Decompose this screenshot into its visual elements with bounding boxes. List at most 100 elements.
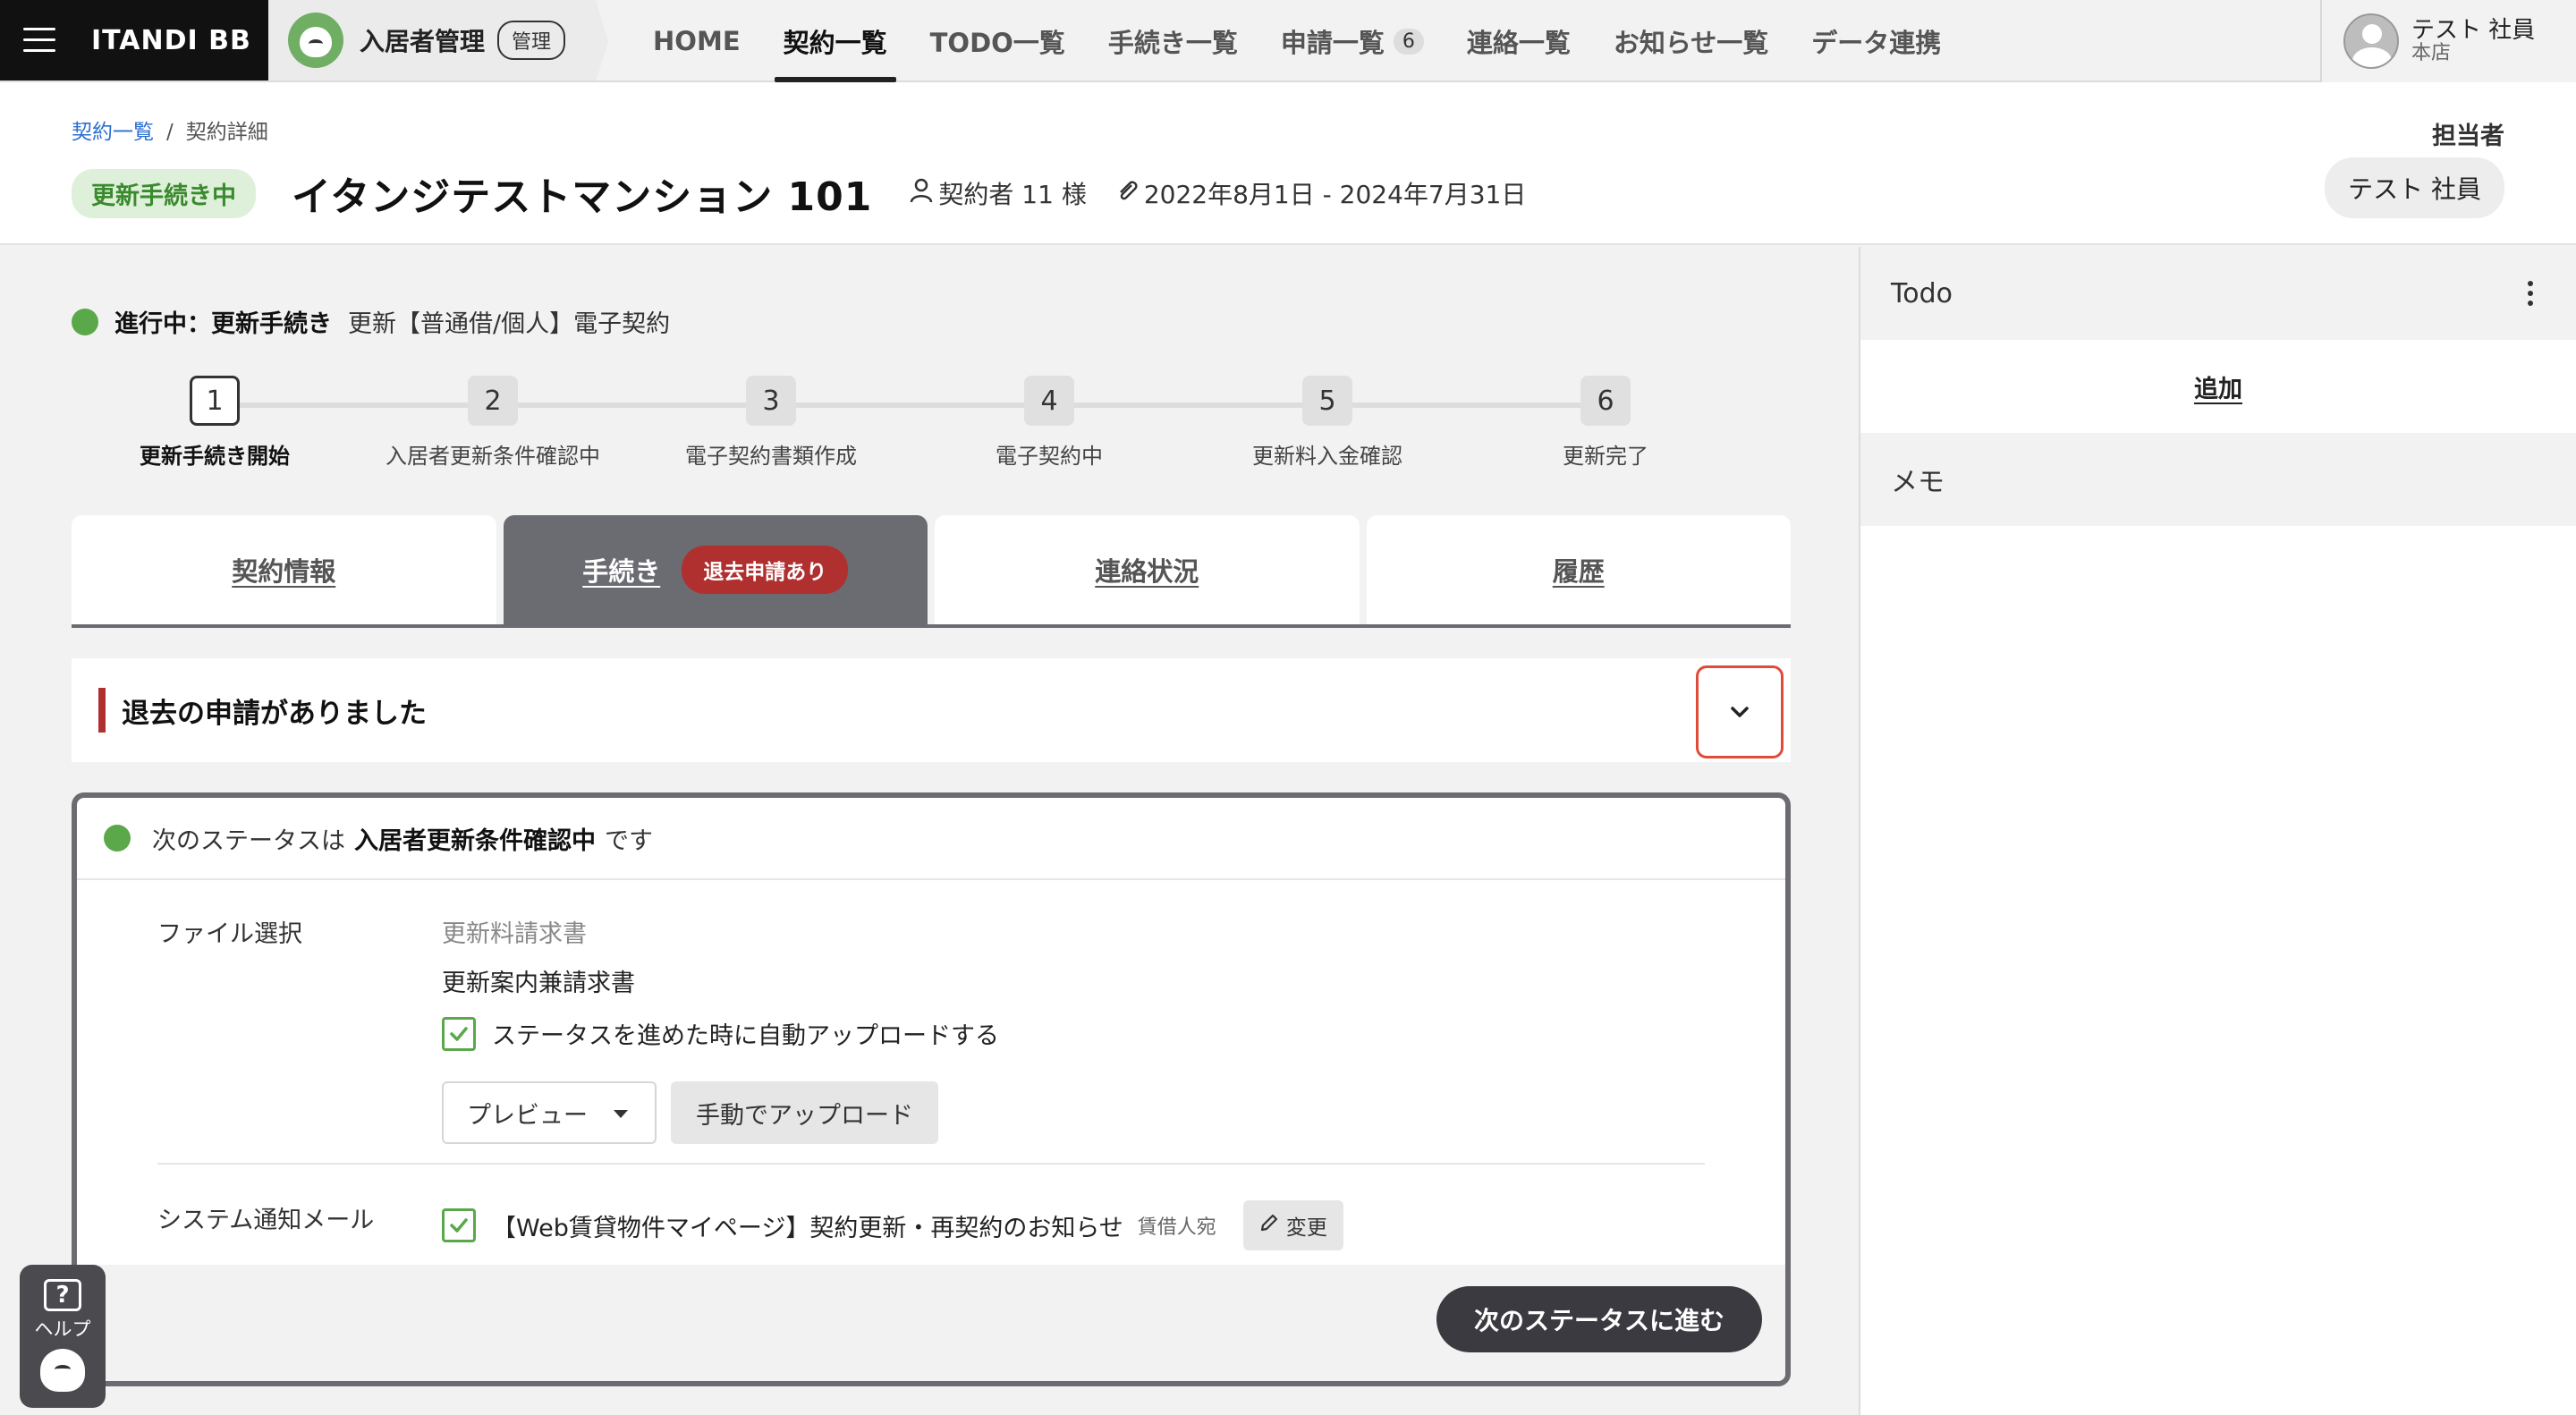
person-icon [910,178,933,209]
chevron-down-icon [1731,707,1749,717]
auto-upload-checkbox[interactable] [442,1016,476,1051]
step-2: 2 入居者更新条件確認中 [378,376,607,470]
more-options-icon[interactable] [2528,281,2533,310]
contractors-info: 契約者 11 様 [910,175,1087,211]
row-divider [157,1163,1705,1165]
step-6: 6 更新完了 [1491,376,1720,470]
hamburger-menu-icon[interactable] [23,28,55,53]
step-label: 電子契約中 [996,444,1103,469]
step-number: 5 [1302,376,1352,426]
manual-upload-button[interactable]: 手動でアップロード [671,1081,938,1144]
step-number: 1 [190,376,240,426]
step-3: 3 電子契約書類作成 [657,376,886,470]
contract-period: 2022年8月1日 - 2024年7月31日 [1115,175,1527,211]
contract-period-text: 2022年8月1日 - 2024年7月31日 [1143,180,1527,209]
product-name: 入居者管理 [360,27,486,56]
step-4: 4 電子契約中 [935,376,1164,470]
tab-history[interactable]: 履歴 [1366,515,1791,624]
nav-applications[interactable]: 申請一覧 6 [1259,0,1445,82]
tab-contact-status[interactable]: 連絡状況 [935,515,1360,624]
step-label: 更新料入金確認 [1252,444,1402,469]
card-footer: 次のステータスに進む [77,1265,1785,1381]
mascot-icon [40,1349,85,1392]
status-stepper: 1 更新手続き開始 2 入居者更新条件確認中 3 電子契約書類作成 4 電子契約… [100,376,1723,474]
nav-notices[interactable]: お知らせ一覧 [1592,0,1790,82]
file-option[interactable]: 更新料請求書 [442,914,999,949]
mail-subject: 【Web賃貸物件マイページ】契約更新・再契約のお知らせ [492,1214,1123,1242]
auto-upload-option[interactable]: ステータスを進めた時に自動アップロードする [442,1016,999,1051]
help-label: ヘルプ [34,1318,91,1340]
step-number: 3 [746,376,796,426]
step-number: 6 [1580,376,1631,426]
title-row: 更新手続き中 イタンジテストマンション 101 契約者 11 様 2022年8月… [72,165,1526,222]
next-status-suffix: です [605,826,653,855]
next-status-button[interactable]: 次のステータスに進む [1436,1286,1762,1352]
file-option-selected[interactable]: 更新案内兼請求書 [442,963,999,998]
progress-dot-icon [72,308,98,335]
check-icon [450,1026,468,1041]
preview-dropdown[interactable]: プレビュー [442,1081,657,1144]
breadcrumb-link-contracts[interactable]: 契約一覧 [72,121,154,144]
move-out-request-badge: 退去申請あり [682,546,849,594]
step-label: 電子契約書類作成 [685,444,857,469]
nav-applications-label: 申請一覧 [1280,28,1385,58]
right-panel: Todo 追加 メモ [1859,247,2576,1415]
system-mail-option: 【Web賃貸物件マイページ】契約更新・再契約のお知らせ 賃借人宛 変更 [442,1200,1343,1250]
next-status-header: 次のステータスは 入居者更新条件確認中 です [77,798,1785,880]
expand-notice-button[interactable] [1696,665,1784,758]
tab-procedures[interactable]: 手続き 退去申請あり [503,515,928,624]
notice-text: 退去の申請がありました [122,697,427,730]
help-question-icon: ? [44,1279,81,1311]
progress-header: 進行中：更新手続き 更新【普通借/個人】電子契約 [72,304,670,339]
breadcrumb-separator: / [166,121,174,144]
nav-todo[interactable]: TODO一覧 [909,0,1087,82]
step-label: 更新手続き開始 [140,444,290,469]
tab-contract-info[interactable]: 契約情報 [72,515,496,624]
caret-down-icon [614,1110,628,1118]
brand-name[interactable]: ITANDI BB [91,25,251,56]
nav-procedures[interactable]: 手続き一覧 [1087,0,1259,82]
change-label: 変更 [1285,1216,1327,1240]
todo-header: Todo [1860,247,2576,340]
file-select-label: ファイル選択 [157,920,302,948]
progress-title: 進行中：更新手続き [114,310,332,338]
nav-contacts[interactable]: 連絡一覧 [1445,0,1592,82]
nav-contracts[interactable]: 契約一覧 [762,0,909,82]
tab-label: 履歴 [1552,556,1605,587]
status-dot-icon [104,825,131,852]
main-content: 進行中：更新手続き 更新【普通借/個人】電子契約 1 更新手続き開始 2 入居者… [0,247,1859,1415]
user-menu[interactable]: テスト 社員 本店 [2320,0,2576,82]
admin-badge: 管理 [497,21,566,60]
breadcrumb: 契約一覧 / 契約詳細 [72,114,268,145]
change-mail-button[interactable]: 変更 [1242,1200,1343,1250]
progress-subtitle: 更新【普通借/個人】電子契約 [348,310,671,338]
step-5: 5 更新料入金確認 [1213,376,1442,470]
mail-recipient: 賃借人宛 [1137,1216,1216,1239]
todo-add: 追加 [1860,340,2576,433]
system-mail-checkbox[interactable] [442,1208,476,1242]
step-number: 2 [468,376,518,426]
tab-label: 契約情報 [232,556,336,587]
status-badge: 更新手続き中 [72,168,256,218]
nav-data-integration[interactable]: データ連携 [1790,0,1962,82]
product-switcher[interactable]: 入居者管理 管理 [268,0,609,82]
step-number: 4 [1024,376,1074,426]
todo-title: Todo [1891,277,1953,309]
detail-tabs: 契約情報 手続き 退去申請あり 連絡状況 履歴 [72,515,1791,628]
brand-area: ITANDI BB [0,0,268,80]
nav-home[interactable]: HOME [631,0,762,82]
help-button[interactable]: ? ヘルプ [20,1265,106,1408]
nav-links: HOME 契約一覧 TODO一覧 手続き一覧 申請一覧 6 連絡一覧 お知らせ一… [631,0,1962,82]
check-icon [450,1218,468,1233]
assignee-label: 担当者 [2432,123,2504,150]
step-label: 入居者更新条件確認中 [386,444,600,469]
mascot-icon [288,13,343,68]
next-status-name: 入居者更新条件確認中 [354,826,596,855]
system-mail-label: システム通知メール [157,1207,375,1234]
file-actions: プレビュー 手動でアップロード [442,1081,999,1144]
add-todo-link[interactable]: 追加 [2194,369,2242,404]
auto-upload-label: ステータスを進めた時に自動アップロードする [492,1022,999,1050]
pencil-icon [1259,1213,1279,1238]
contractors-text: 契約者 11 様 [938,180,1087,209]
assignee-chip[interactable]: テスト 社員 [2325,157,2504,218]
